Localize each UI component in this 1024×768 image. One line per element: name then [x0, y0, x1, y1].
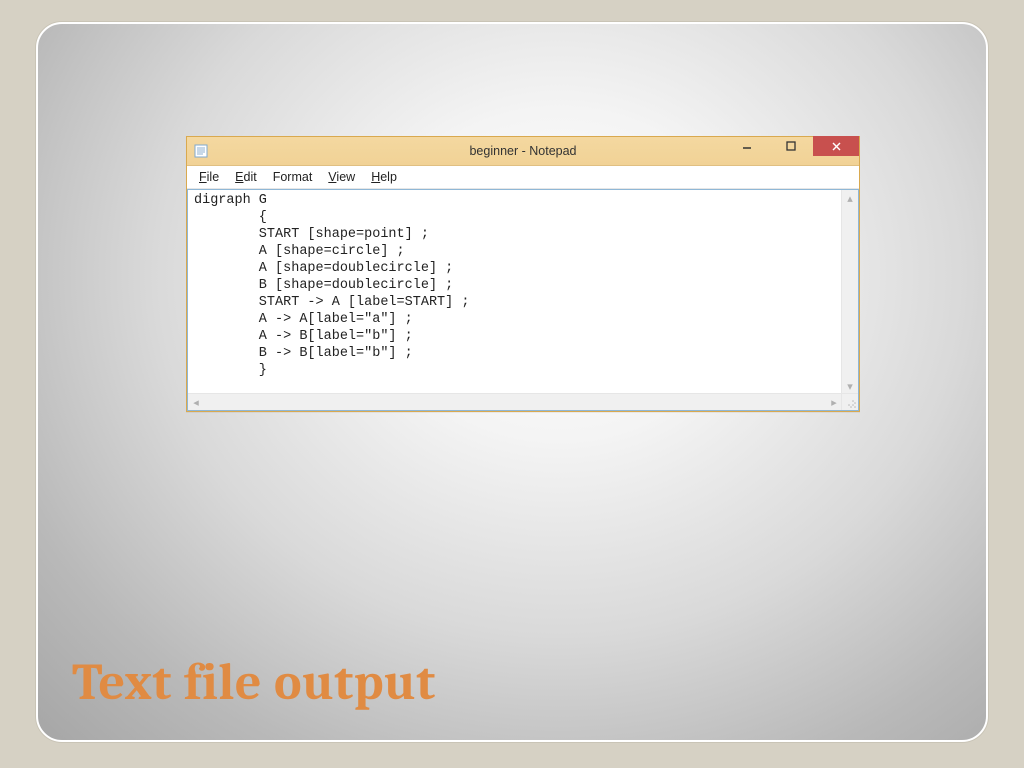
scroll-down-icon[interactable]: ▾	[842, 378, 858, 394]
menu-view[interactable]: View	[320, 169, 363, 185]
scroll-right-icon[interactable]: ▸	[826, 394, 842, 410]
vertical-scrollbar[interactable]: ▴ ▾	[841, 190, 858, 394]
horizontal-scrollbar[interactable]: ◂ ▸	[188, 393, 842, 410]
close-button[interactable]	[813, 136, 859, 156]
minimize-button[interactable]	[725, 136, 769, 156]
menu-help[interactable]: Help	[363, 169, 405, 185]
menu-edit[interactable]: Edit	[227, 169, 265, 185]
scroll-up-icon[interactable]: ▴	[842, 190, 858, 206]
notepad-window: beginner - Notepad File Edit Format View…	[186, 136, 860, 412]
notepad-app-icon	[193, 143, 209, 159]
resize-grip-icon[interactable]	[841, 393, 858, 410]
editor-area: digraph G { START [shape=point] ; A [sha…	[187, 189, 859, 411]
window-controls	[725, 137, 859, 165]
menubar: File Edit Format View Help	[187, 166, 859, 189]
titlebar[interactable]: beginner - Notepad	[187, 137, 859, 166]
slide-title: Text file output	[72, 652, 436, 712]
slide-card: beginner - Notepad File Edit Format View…	[36, 22, 988, 742]
scroll-left-icon[interactable]: ◂	[188, 394, 204, 410]
menu-format[interactable]: Format	[265, 169, 321, 185]
maximize-button[interactable]	[769, 136, 813, 156]
text-editor[interactable]: digraph G { START [shape=point] ; A [sha…	[188, 190, 842, 394]
menu-file[interactable]: File	[191, 169, 227, 185]
